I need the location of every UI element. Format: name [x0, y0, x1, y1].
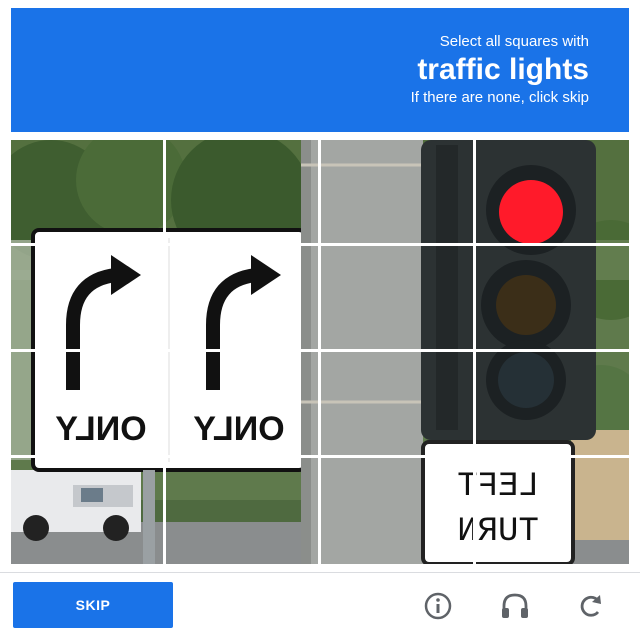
grid-tile[interactable]: [476, 246, 629, 352]
reload-icon[interactable]: [571, 586, 611, 626]
grid-tile[interactable]: [166, 352, 321, 458]
target-object-label: traffic lights: [417, 53, 589, 86]
grid-tile[interactable]: [476, 458, 629, 564]
challenge-header: Select all squares with traffic lights I…: [11, 8, 629, 132]
info-icon[interactable]: [418, 586, 458, 626]
skip-button[interactable]: SKIP: [13, 582, 173, 628]
grid-tile[interactable]: [11, 352, 166, 458]
footer-divider: [0, 572, 640, 573]
grid-tile[interactable]: [476, 352, 629, 458]
grid-tile[interactable]: [11, 246, 166, 352]
image-grid: ONLY ONLY LEFT TURN: [11, 140, 629, 564]
grid-tile[interactable]: [166, 246, 321, 352]
headphones-icon[interactable]: [495, 586, 535, 626]
grid-tile[interactable]: [166, 140, 321, 246]
grid-tile[interactable]: [166, 458, 321, 564]
captcha-challenge: Select all squares with traffic lights I…: [0, 0, 640, 640]
grid-tile[interactable]: [321, 352, 476, 458]
grid-tile[interactable]: [11, 140, 166, 246]
grid-tile[interactable]: [321, 140, 476, 246]
instruction-text: Select all squares with: [439, 33, 589, 50]
skip-hint-text: If there are none, click skip: [410, 89, 589, 106]
grid-tile[interactable]: [476, 140, 629, 246]
grid-tile[interactable]: [321, 246, 476, 352]
grid-tile[interactable]: [11, 458, 166, 564]
grid-tile[interactable]: [321, 458, 476, 564]
